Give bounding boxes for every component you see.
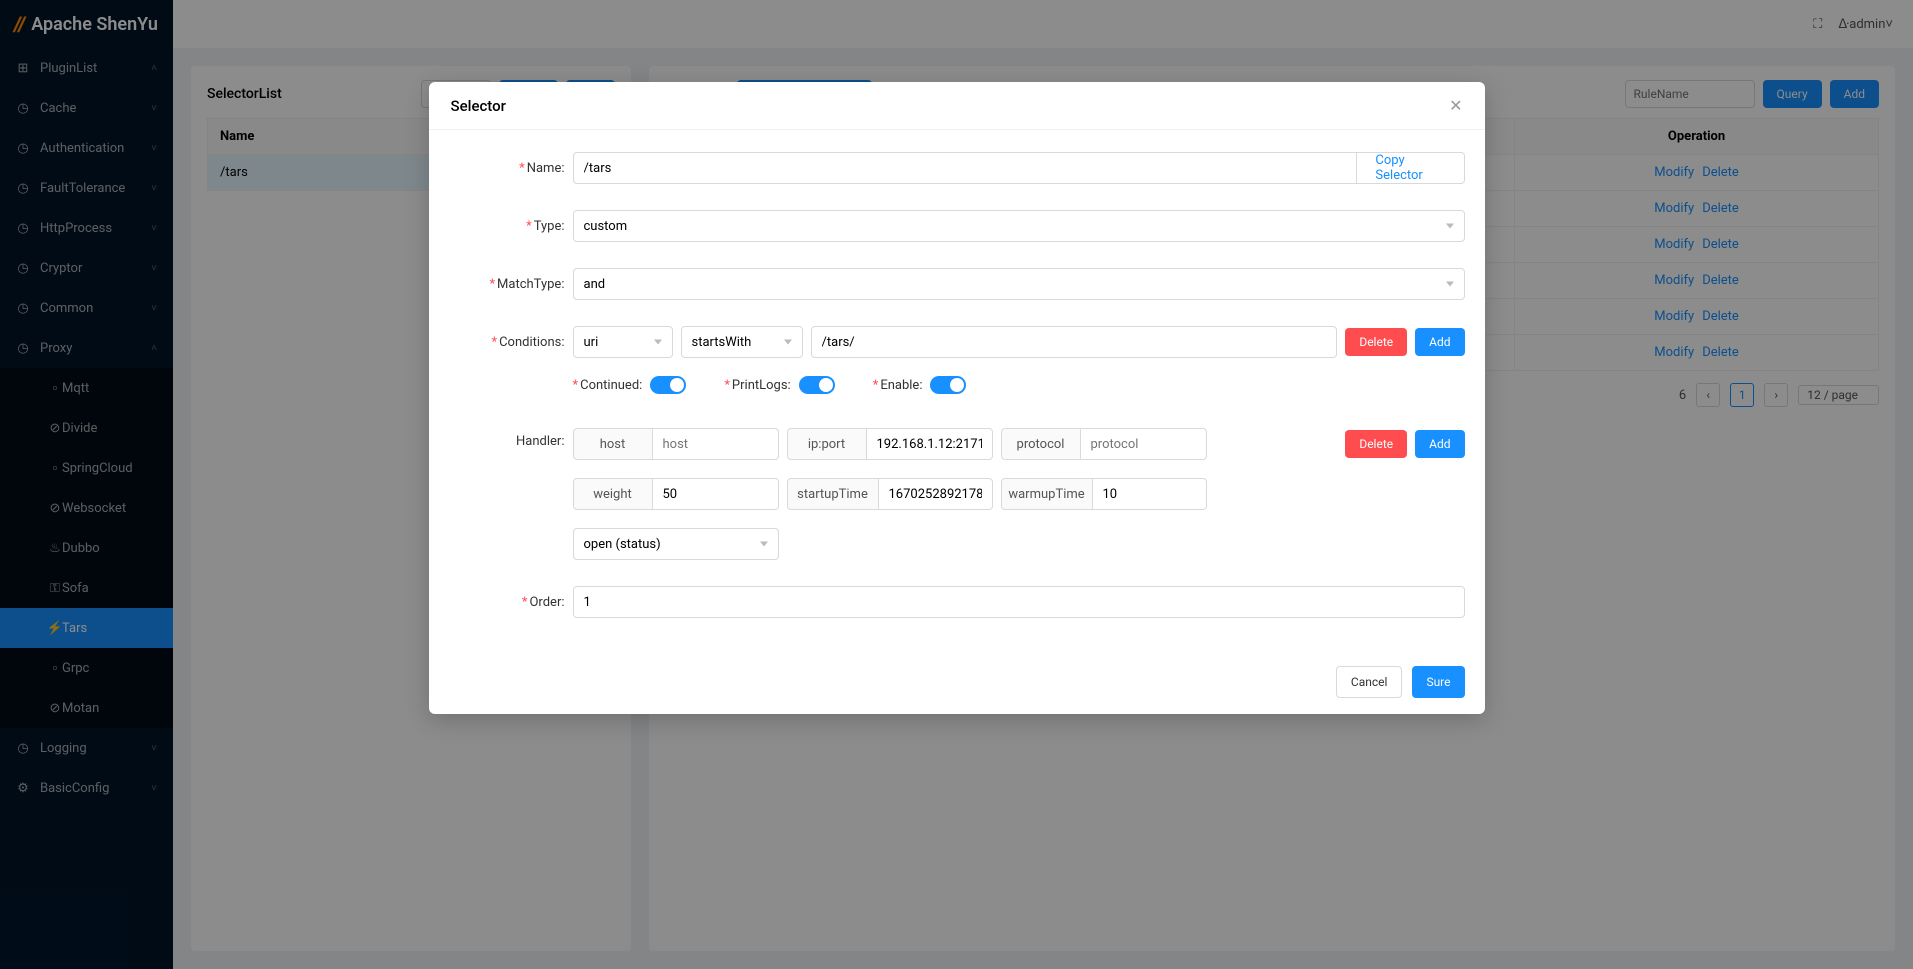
copy-selector-button[interactable]: Copy Selector (1357, 152, 1464, 184)
condition-value-input[interactable] (811, 326, 1338, 358)
protocol-addon: protocol (1001, 428, 1081, 460)
condition-field-select[interactable]: uri (573, 326, 673, 358)
ipport-addon: ip:port (787, 428, 867, 460)
condition-operator-value: startsWith (692, 335, 752, 350)
label-type: Type (534, 219, 562, 234)
label-matchtype: MatchType (497, 277, 561, 292)
enable-switch[interactable] (930, 376, 966, 394)
startup-addon: startupTime (787, 478, 879, 510)
type-value: custom (584, 219, 628, 234)
label-conditions: Conditions (499, 335, 561, 350)
label-continued: Continued (580, 378, 639, 393)
modal-overlay: Selector ✕ *Name: Copy Selector *Type: c… (0, 0, 1913, 969)
order-input[interactable] (573, 586, 1465, 618)
name-input[interactable] (573, 152, 1358, 184)
handler-add-button[interactable]: Add (1415, 430, 1464, 458)
label-handler: Handler (516, 434, 561, 449)
handler-delete-button[interactable]: Delete (1345, 430, 1407, 458)
modal-title: Selector (451, 97, 506, 115)
protocol-input[interactable] (1081, 428, 1207, 460)
startup-input[interactable] (879, 478, 993, 510)
ipport-input[interactable] (867, 428, 993, 460)
warmup-addon: warmupTime (1001, 478, 1093, 510)
host-input[interactable] (653, 428, 779, 460)
host-addon: host (573, 428, 653, 460)
condition-add-button[interactable]: Add (1415, 328, 1464, 356)
selector-modal: Selector ✕ *Name: Copy Selector *Type: c… (429, 82, 1485, 714)
matchtype-select[interactable]: and (573, 268, 1465, 300)
printlogs-switch[interactable] (799, 376, 835, 394)
sure-button[interactable]: Sure (1412, 666, 1464, 698)
label-order: Order (529, 595, 561, 610)
weight-input[interactable] (653, 478, 779, 510)
status-value: open (status) (584, 537, 661, 552)
warmup-input[interactable] (1093, 478, 1207, 510)
status-select[interactable]: open (status) (573, 528, 779, 560)
condition-delete-button[interactable]: Delete (1345, 328, 1407, 356)
modal-close-button[interactable]: ✕ (1449, 96, 1462, 115)
cancel-button[interactable]: Cancel (1336, 666, 1403, 698)
label-enable: Enable (880, 378, 919, 393)
weight-addon: weight (573, 478, 653, 510)
matchtype-value: and (584, 277, 606, 292)
type-select[interactable]: custom (573, 210, 1465, 242)
continued-switch[interactable] (650, 376, 686, 394)
label-name: Name (527, 161, 562, 176)
condition-field-value: uri (584, 335, 599, 350)
label-printlogs: PrintLogs (732, 378, 788, 393)
condition-operator-select[interactable]: startsWith (681, 326, 803, 358)
